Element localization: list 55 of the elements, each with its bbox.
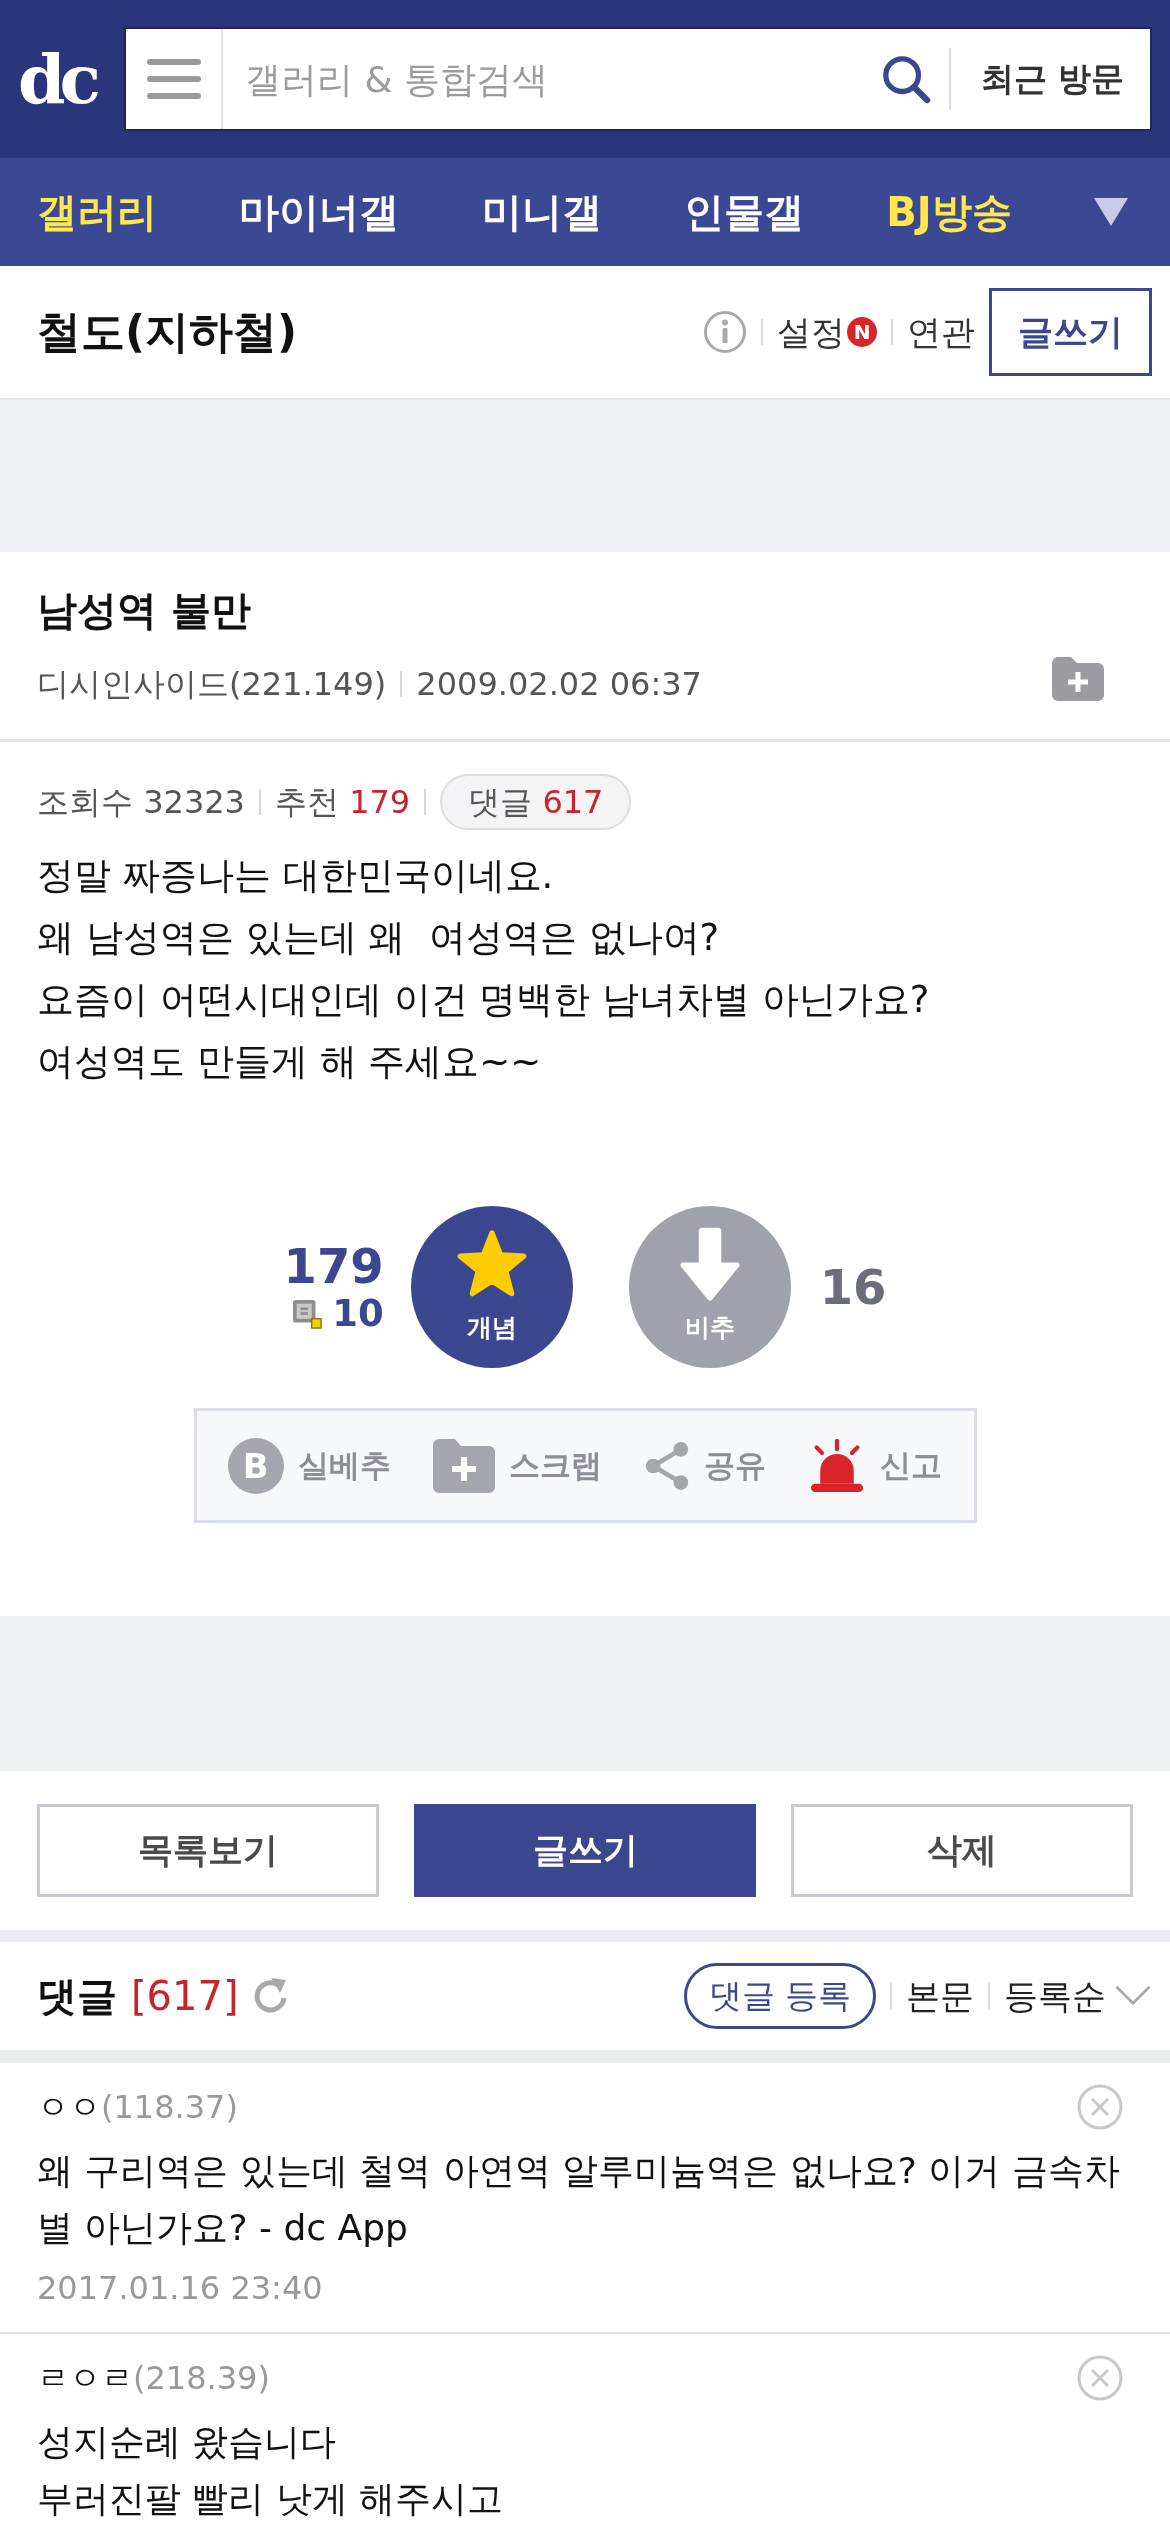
search-button[interactable] <box>880 54 931 104</box>
delete-comment-button[interactable] <box>1077 2084 1123 2130</box>
folder-plus-icon <box>432 1438 495 1493</box>
b-badge-icon: B <box>227 1437 284 1494</box>
sort-dropdown[interactable]: 등록순 <box>1004 1970 1152 2022</box>
comment-count-link[interactable]: 댓글 617 <box>440 774 632 830</box>
comments-heading: 댓글 [617] <box>37 1972 239 2021</box>
delete-comment-button[interactable] <box>1077 2355 1123 2401</box>
post-author: 디시인사이드(221.149) <box>37 664 387 704</box>
related-link[interactable]: 연관 <box>907 306 975 358</box>
search-bar[interactable]: 갤러리 & 통합검색 최근 방문 <box>124 27 1152 131</box>
nav-tab[interactable]: 갤러리 <box>37 188 157 236</box>
recommend-count: 추천 179 <box>274 782 411 823</box>
search-icon <box>880 54 931 104</box>
settings-link[interactable]: 설정 N <box>777 306 877 358</box>
nav-tab[interactable]: 미니갤 <box>481 188 602 236</box>
nav-tab[interactable]: 인물갤 <box>683 188 804 236</box>
share-icon <box>644 1440 691 1491</box>
nav-tab[interactable]: 마이너갤 <box>239 188 400 236</box>
upvote-button[interactable]: 개념 <box>410 1206 573 1368</box>
gallery-title: 철도(지하철) <box>37 305 298 359</box>
post-body-text: 정말 짜증나는 대한민국이네요. 왜 남성역은 있는데 왜 여성역은 없나여? 요즘이 어떤시대인데 이건 명백한 남녀차별 아닌가요? 여성역도 만들게 해 주세요~~ <box>37 853 931 1085</box>
search-field[interactable]: 갤러리 & 통합검색 <box>223 29 863 129</box>
fixed-upvote-count: 10 <box>332 1293 384 1335</box>
downvote-count: 16 <box>819 1258 887 1317</box>
close-icon <box>1077 2084 1123 2130</box>
post-action-button[interactable]: 삭제 <box>791 1804 1133 1897</box>
comment-author: ㅇㅇ(118.37) <box>37 2087 238 2128</box>
comment-author: ㄹㅇㄹ(218.39) <box>37 2358 270 2399</box>
chevron-down-icon <box>1114 1985 1152 2007</box>
register-comment-button[interactable]: 댓글 등록 <box>683 1963 876 2029</box>
post-action-button[interactable]: 목록보기 <box>37 1804 379 1897</box>
user-badge-icon <box>292 1299 323 1329</box>
new-badge: N <box>847 317 877 347</box>
comment-text: 왜 구리역은 있는데 철역 아연역 알루미늄역은 없나요? 이거 금속차별 아닌가요? - dc App <box>37 2149 1121 2250</box>
site-logo[interactable]: dc <box>18 45 116 113</box>
upvote-count: 179 <box>283 1239 384 1293</box>
view-count: 조회수 32323 <box>37 782 245 823</box>
menu-icon <box>146 59 201 99</box>
scrap-button[interactable] <box>1052 657 1104 701</box>
more-tabs-button[interactable] <box>1093 198 1128 226</box>
folder-plus-icon <box>1052 657 1104 701</box>
write-button[interactable]: 글쓰기 <box>989 288 1152 376</box>
write-post-button[interactable]: 글쓰기 <box>414 1804 756 1897</box>
post-title: 남성역 불만 <box>37 586 252 635</box>
info-button[interactable] <box>703 310 747 354</box>
recent-visits-button[interactable]: 최근 방문 <box>948 48 1150 110</box>
post-date: 2009.02.02 06:37 <box>416 664 702 704</box>
info-icon <box>703 310 747 354</box>
post-link[interactable]: 본문 <box>906 1970 974 2022</box>
nav-tab[interactable]: BJ방송 <box>886 188 1012 236</box>
caret-down-icon <box>1093 198 1128 226</box>
close-icon <box>1077 2355 1123 2401</box>
comment-date: 2017.01.16 23:40 <box>37 2268 324 2309</box>
comment-text: 성지순례 왔습니다 부러진팔 빨리 낫게 해주시고 <box>37 2420 505 2521</box>
